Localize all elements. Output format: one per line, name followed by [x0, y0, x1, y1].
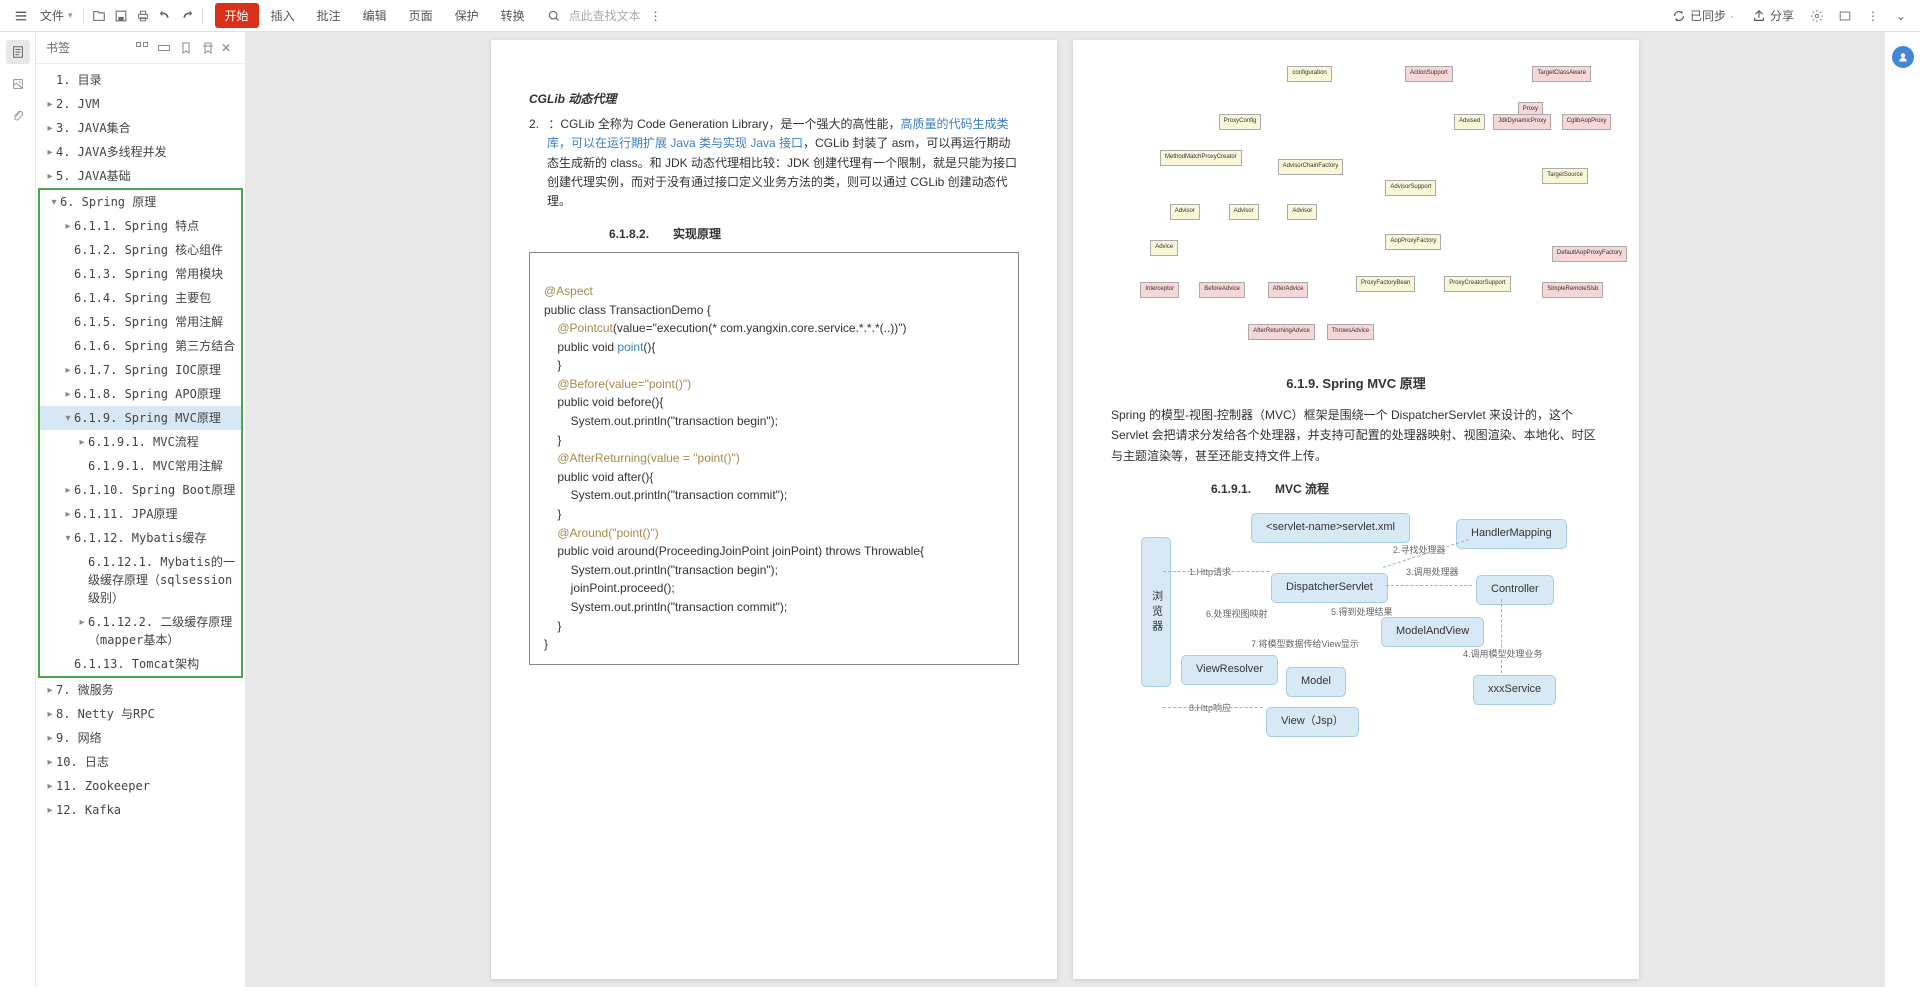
tab-comment[interactable]: 批注	[307, 3, 351, 28]
chevron-down-icon[interactable]: ⌄	[1890, 5, 1912, 27]
bookmark-item[interactable]: ▸9. 网络	[36, 726, 245, 750]
open-icon[interactable]	[88, 5, 110, 27]
bookmark-item[interactable]: 6.1.13. Tomcat架构	[40, 652, 241, 676]
paragraph-text: Spring 的模型-视图-控制器（MVC）框架是围绕一个 Dispatcher…	[1111, 405, 1601, 466]
assistant-icon[interactable]	[1892, 46, 1914, 68]
window-icon[interactable]	[1834, 5, 1856, 27]
bookmark-item[interactable]: ▸6.1.12.2. 二级缓存原理（mapper基本）	[40, 610, 241, 652]
bookmark-item[interactable]: ▸3. JAVA集合	[36, 116, 245, 140]
bookmark-item[interactable]: ▸6.1.9.1. MVC流程	[40, 430, 241, 454]
sub-heading: 6.1.9.1. MVC 流程	[1111, 480, 1601, 499]
bookmark-item[interactable]: ▸5. JAVA基础	[36, 164, 245, 188]
bookmark-item[interactable]: ▸4. JAVA多线程并发	[36, 140, 245, 164]
right-rail	[1884, 32, 1920, 987]
tab-start[interactable]: 开始	[215, 3, 259, 28]
sidebar-header: 书签 ✕	[36, 32, 245, 64]
mvc-model-node: Model	[1286, 667, 1346, 697]
save-icon[interactable]	[110, 5, 132, 27]
more-vert-icon[interactable]: ⋮	[1862, 5, 1884, 27]
highlighted-section: ▾6. Spring 原理▸6.1.1. Spring 特点6.1.2. Spr…	[38, 188, 243, 678]
paragraph-text: 2. ：CGLib 全称为 Code Generation Library，是一…	[547, 115, 1019, 211]
tab-edit[interactable]: 编辑	[353, 3, 397, 28]
main-toolbar: 文件 ▾ 开始 插入 批注 编辑 页面 保护 转换 点此查找文本 ⋮ 已同步· …	[0, 0, 1920, 32]
bookmark-panel-icon[interactable]	[6, 40, 30, 64]
redo-icon[interactable]	[176, 5, 198, 27]
mvc-controller-node: Controller	[1476, 575, 1554, 605]
collapse-all-icon[interactable]	[155, 39, 173, 57]
bookmark-item[interactable]: ▸6.1.1. Spring 特点	[40, 214, 241, 238]
bookmark-item[interactable]: 6.1.2. Spring 核心组件	[40, 238, 241, 262]
document-viewport[interactable]: CGLib 动态代理 2. ：CGLib 全称为 Code Generation…	[246, 32, 1884, 987]
bookmark-item[interactable]: 6.1.12.1. Mybatis的一级缓存原理（sqlsession级别）	[40, 550, 241, 610]
mvc-view-jsp-node: View（Jsp）	[1266, 707, 1359, 737]
tab-insert[interactable]: 插入	[261, 3, 305, 28]
page-heading: 6.1.9. Spring MVC 原理	[1111, 374, 1601, 395]
file-menu[interactable]: 文件 ▾	[34, 3, 79, 28]
more-icon[interactable]: ⋮	[645, 5, 667, 27]
delete-bookmark-icon[interactable]	[199, 39, 217, 57]
mvc-service-node: xxxService	[1473, 675, 1556, 705]
document-page: ActionSupport configuration TargetClassA…	[1073, 40, 1639, 979]
divider	[202, 8, 203, 24]
share-button[interactable]: 分享	[1746, 3, 1800, 28]
bookmark-item[interactable]: ▾6.1.9. Spring MVC原理	[40, 406, 241, 430]
bookmark-item[interactable]: ▸2. JVM	[36, 92, 245, 116]
bookmark-item[interactable]: 6.1.4. Spring 主要包	[40, 286, 241, 310]
search-placeholder[interactable]: 点此查找文本	[569, 7, 641, 24]
bookmark-item[interactable]: 6.1.3. Spring 常用模块	[40, 262, 241, 286]
search-icon[interactable]	[543, 5, 565, 27]
bookmark-item[interactable]: 6.1.9.1. MVC常用注解	[40, 454, 241, 478]
tab-protect[interactable]: 保护	[445, 3, 489, 28]
bookmark-item[interactable]: ▸6.1.10. Spring Boot原理	[40, 478, 241, 502]
bookmark-item[interactable]: ▸11. Zookeeper	[36, 774, 245, 798]
bookmark-item[interactable]: 6.1.5. Spring 常用注解	[40, 310, 241, 334]
bookmark-item[interactable]: ▸10. 日志	[36, 750, 245, 774]
mvc-servlet-xml-node: <servlet-name>servlet.xml	[1251, 513, 1410, 543]
bookmark-item[interactable]: ▸7. 微服务	[36, 678, 245, 702]
hamburger-icon[interactable]	[8, 5, 34, 27]
attachment-panel-icon[interactable]	[6, 104, 30, 128]
mvc-flow-diagram: 浏览器 <servlet-name>servlet.xml HandlerMap…	[1111, 507, 1601, 737]
expand-all-icon[interactable]	[133, 39, 151, 57]
bookmark-item[interactable]: ▾6.1.12. Mybatis缓存	[40, 526, 241, 550]
mvc-browser-node: 浏览器	[1141, 537, 1171, 687]
document-page: CGLib 动态代理 2. ：CGLib 全称为 Code Generation…	[491, 40, 1057, 979]
bookmark-item[interactable]: ▸6.1.11. JPA原理	[40, 502, 241, 526]
gear-icon[interactable]	[1806, 5, 1828, 27]
sub-heading: 6.1.8.2. 实现原理	[529, 225, 1019, 244]
add-bookmark-icon[interactable]	[177, 39, 195, 57]
bookmark-item[interactable]: ▸6.1.8. Spring APO原理	[40, 382, 241, 406]
bookmark-tree: 1. 目录▸2. JVM▸3. JAVA集合▸4. JAVA多线程并发▸5. J…	[36, 64, 245, 987]
mvc-dispatcher-node: DispatcherServlet	[1271, 573, 1388, 603]
bookmark-item[interactable]: ▾6. Spring 原理	[40, 190, 241, 214]
bookmark-item[interactable]: ▸6.1.7. Spring IOC原理	[40, 358, 241, 382]
sync-status[interactable]: 已同步·	[1666, 3, 1740, 28]
thumbnail-panel-icon[interactable]	[6, 72, 30, 96]
bookmark-item[interactable]: 1. 目录	[36, 68, 245, 92]
section-title: CGLib 动态代理	[529, 90, 1019, 109]
mvc-mav-node: ModelAndView	[1381, 617, 1484, 647]
sidebar-title: 书签	[46, 39, 129, 56]
code-block: @Aspect public class TransactionDemo { @…	[529, 252, 1019, 664]
bookmark-item[interactable]: ▸12. Kafka	[36, 798, 245, 822]
ribbon-tabs: 开始 插入 批注 编辑 页面 保护 转换	[215, 3, 535, 28]
tab-convert[interactable]: 转换	[491, 3, 535, 28]
close-sidebar-icon[interactable]: ✕	[217, 39, 235, 57]
left-rail	[0, 32, 36, 987]
bookmark-item[interactable]: ▸8. Netty 与RPC	[36, 702, 245, 726]
mvc-view-resolver-node: ViewResolver	[1181, 655, 1278, 685]
mvc-handler-mapping-node: HandlerMapping	[1456, 519, 1567, 549]
undo-icon[interactable]	[154, 5, 176, 27]
bookmark-item[interactable]: 6.1.6. Spring 第三方结合	[40, 334, 241, 358]
tab-page[interactable]: 页面	[399, 3, 443, 28]
uml-diagram: ActionSupport configuration TargetClassA…	[1111, 60, 1601, 360]
print-icon[interactable]	[132, 5, 154, 27]
bookmark-sidebar: 书签 ✕ 1. 目录▸2. JVM▸3. JAVA集合▸4. JAVA多线程并发…	[36, 32, 246, 987]
divider	[83, 8, 84, 24]
